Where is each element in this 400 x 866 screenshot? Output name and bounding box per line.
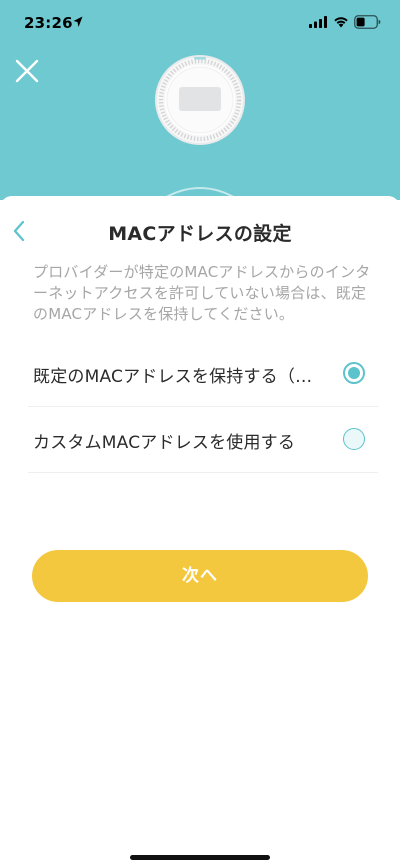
page-title: MACアドレスの設定 [108, 223, 292, 245]
divider [28, 472, 378, 473]
close-button[interactable] [12, 56, 42, 86]
router-device-image [155, 55, 245, 145]
radio-dot [348, 367, 360, 379]
option-use-custom-mac[interactable]: カスタムMACアドレスを使用する [0, 407, 400, 473]
option-label: 既定のMACアドレスを保持する（既定） [33, 367, 328, 387]
wifi-icon [334, 17, 348, 28]
status-time: 23:26 [24, 14, 73, 32]
close-icon [15, 59, 39, 83]
radio-button[interactable] [343, 428, 365, 450]
battery-icon [354, 15, 381, 29]
mac-settings-panel: MACアドレスの設定 プロバイダーが特定のMACアドレスからのインターネットアク… [0, 196, 400, 866]
next-button[interactable]: 次へ [32, 550, 368, 602]
device-header-area: 23:26 [0, 0, 400, 200]
radio-button-selected[interactable] [343, 362, 365, 384]
option-label: カスタムMACアドレスを使用する [33, 433, 296, 453]
description-text: プロバイダーが特定のMACアドレスからのインターネットアクセスを許可していない場… [33, 263, 371, 323]
option-keep-default-mac[interactable]: 既定のMACアドレスを保持する（既定） [0, 341, 400, 407]
cellular-signal-icon [309, 16, 327, 28]
location-arrow-icon [73, 16, 83, 27]
home-indicator [130, 855, 270, 860]
status-bar: 23:26 [0, 0, 400, 46]
